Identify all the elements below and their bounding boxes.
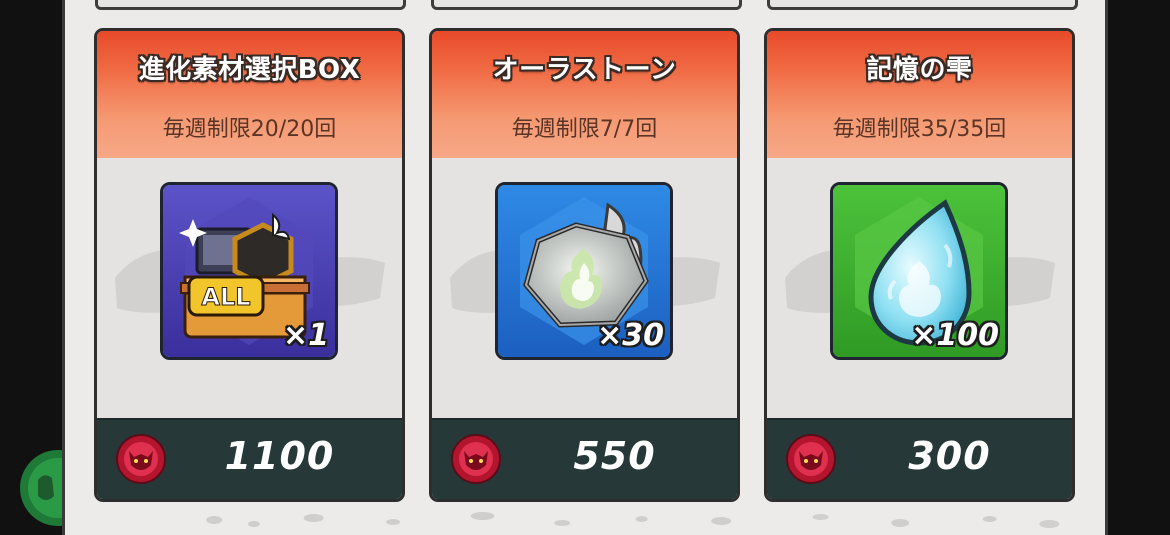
- item-price: 550: [573, 434, 656, 478]
- side-menu-fist-icon[interactable]: [18, 440, 64, 535]
- previous-row-card-stub: [95, 0, 406, 10]
- weekly-limit: 毎週制限20/20回: [162, 117, 337, 142]
- item-price: 1100: [224, 434, 335, 478]
- card-header: 進化素材選択BOX 毎週制限20/20回: [97, 31, 402, 158]
- item-title: 進化素材選択BOX: [138, 55, 361, 85]
- weekly-limit: 毎週制限35/35回: [832, 117, 1007, 142]
- item-icon-frame[interactable]: ALL ×1: [160, 182, 338, 360]
- price-bar: 550: [432, 418, 737, 499]
- card-header: オーラストーン 毎週制限7/7回: [432, 31, 737, 158]
- card-body: ×100: [767, 158, 1072, 420]
- item-title: オーラストーン: [492, 55, 677, 85]
- item-icon-frame[interactable]: ×100: [830, 182, 1008, 360]
- svg-text:ALL: ALL: [201, 283, 250, 311]
- card-body: ALL ×1: [97, 158, 402, 420]
- item-quantity: ×1: [282, 318, 329, 353]
- card-body: ×30: [432, 158, 737, 420]
- previous-row-card-stub: [767, 0, 1078, 10]
- previous-row-card-stub: [431, 0, 742, 10]
- item-price: 300: [908, 434, 991, 478]
- item-quantity: ×30: [597, 318, 664, 353]
- shop-item-card[interactable]: 記憶の雫 毎週制限35/35回 ×100 300: [764, 28, 1075, 502]
- item-quantity: ×100: [911, 318, 999, 353]
- item-icon-frame[interactable]: ×30: [495, 182, 673, 360]
- shop-item-card[interactable]: 進化素材選択BOX 毎週制限20/20回 ALL ×1 1100: [94, 28, 405, 502]
- card-header: 記憶の雫 毎週制限35/35回: [767, 31, 1072, 158]
- item-title: 記憶の雫: [866, 55, 973, 85]
- price-bar: 300: [767, 418, 1072, 499]
- weekly-limit: 毎週制限7/7回: [511, 117, 658, 142]
- shop-screen: 進化素材選択BOX 毎週制限20/20回 ALL ×1 1100 オーラストーン…: [0, 0, 1170, 535]
- price-bar: 1100: [97, 418, 402, 499]
- shop-item-card[interactable]: オーラストーン 毎週制限7/7回 ×30 550: [429, 28, 740, 502]
